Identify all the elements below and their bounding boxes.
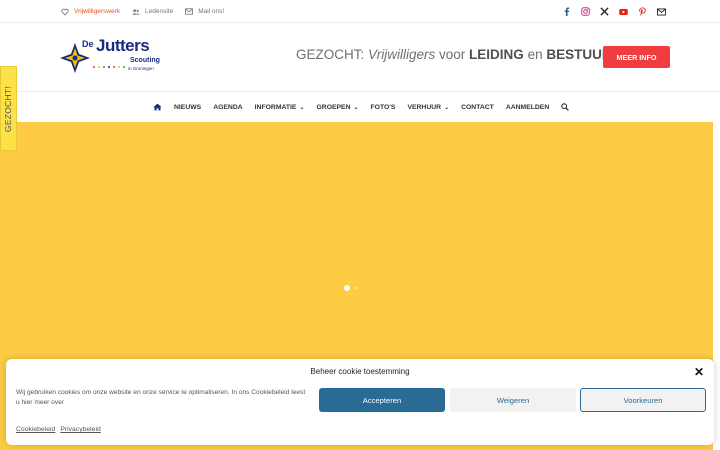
- headline-part: GEZOCHT:: [296, 47, 369, 62]
- chevron-down-icon: ⌄: [444, 104, 450, 111]
- x-icon[interactable]: [600, 7, 609, 16]
- envelope-icon: [185, 8, 194, 16]
- nav-item-label: NIEUWS: [174, 103, 202, 111]
- nav-item-verhuur[interactable]: VERHUUR ⌄: [407, 104, 449, 111]
- nav-item-groepen[interactable]: GROEPEN ⌄: [317, 104, 359, 111]
- close-icon[interactable]: ✕: [694, 365, 704, 379]
- nav-item-label: GROEPEN: [316, 103, 351, 111]
- top-links: Vrijwilligerswerk Ledensite Mail ons!: [61, 0, 224, 23]
- nav-search[interactable]: [561, 103, 570, 111]
- side-tab-label: GEZOCHT!: [3, 85, 14, 132]
- cookie-links: Cookiebeleid Privacybeleid: [16, 426, 101, 433]
- mail-icon[interactable]: [657, 7, 666, 16]
- nav-item-label: VERHUUR: [407, 103, 442, 111]
- logo-text-location: in Groningen: [128, 66, 154, 71]
- scrollbar-track[interactable]: [713, 122, 720, 450]
- chevron-down-icon: ⌄: [353, 104, 359, 111]
- deny-button[interactable]: Weigeren: [450, 388, 576, 412]
- slider-dot[interactable]: [355, 287, 357, 289]
- nav-item-informatie[interactable]: INFORMATIE ⌄: [255, 104, 305, 111]
- preferences-button[interactable]: Voorkeuren: [580, 388, 706, 412]
- main-nav: NIEUWS AGENDA INFORMATIE ⌄ GROEPEN ⌄ FOTO'…: [0, 91, 720, 122]
- social-links: [562, 0, 666, 23]
- headline-part: en: [523, 47, 547, 62]
- headline-part: voor: [435, 47, 470, 62]
- nav-item-label: INFORMATIE: [254, 103, 297, 111]
- top-link-label: Ledensite: [145, 8, 174, 15]
- cookie-banner: Beheer cookie toestemming ✕ Wij gebruike…: [6, 359, 714, 445]
- top-link-ledensite[interactable]: Ledensite: [132, 8, 173, 16]
- facebook-icon[interactable]: [562, 7, 571, 16]
- logo-text-de: De: [82, 39, 94, 49]
- meer-info-button[interactable]: MEER INFO: [603, 46, 670, 68]
- page: Vrijwilligerswerk Ledensite Mail ons! De…: [0, 0, 720, 450]
- gezocht-side-tab[interactable]: GEZOCHT!: [0, 66, 17, 151]
- nav-item-nieuws[interactable]: NIEUWS: [174, 104, 201, 111]
- youtube-icon[interactable]: [619, 7, 628, 16]
- top-bar: Vrijwilligerswerk Ledensite Mail ons!: [0, 0, 720, 23]
- home-icon: [153, 103, 162, 111]
- header: De Jutters Scouting in Groningen GEZOCHT…: [0, 23, 720, 91]
- cookie-message: Wij gebruiken cookies om onze website en…: [16, 389, 306, 406]
- nav-item-agenda[interactable]: AGENDA: [213, 104, 242, 111]
- logo-text-jutters: Jutters: [96, 36, 150, 55]
- nav-item-aanmelden[interactable]: AANMELDEN: [506, 104, 549, 111]
- nav-item-label: CONTACT: [461, 103, 494, 111]
- logo-dots-icon: [93, 66, 125, 68]
- nav-item-label: FOTO'S: [370, 103, 396, 111]
- nav-home[interactable]: [153, 103, 162, 111]
- nav-item-label: AGENDA: [213, 103, 243, 111]
- search-icon: [561, 103, 570, 111]
- slider-dot-active[interactable]: [344, 285, 350, 291]
- cookie-policy-link[interactable]: Cookiebeleid: [16, 426, 55, 433]
- pinterest-icon[interactable]: [638, 7, 647, 16]
- headline-part: Vrijwilligers: [368, 47, 436, 62]
- recruitment-headline: GEZOCHT: Vrijwilligers voor LEIDING en B…: [296, 47, 615, 62]
- top-link-vrijwilligerswerk[interactable]: Vrijwilligerswerk: [61, 8, 120, 16]
- privacy-policy-link[interactable]: Privacybeleid: [60, 426, 100, 433]
- top-link-label: Mail ons!: [198, 8, 225, 15]
- users-icon: [132, 8, 140, 16]
- heart-icon: [61, 8, 69, 16]
- cookie-title: Beheer cookie toestemming: [310, 367, 410, 376]
- top-link-label: Vrijwilligerswerk: [74, 8, 120, 15]
- headline-part: LEIDING: [469, 47, 524, 62]
- chevron-down-icon: ⌄: [299, 104, 305, 111]
- nav-item-contact[interactable]: CONTACT: [461, 104, 494, 111]
- nav-item-fotos[interactable]: FOTO'S: [371, 104, 396, 111]
- headline-part: BESTUUR: [546, 47, 612, 62]
- site-logo[interactable]: De Jutters Scouting in Groningen: [60, 36, 170, 81]
- logo-text-scouting: Scouting: [130, 57, 160, 64]
- top-link-mail[interactable]: Mail ons!: [185, 8, 224, 16]
- nav-item-label: AANMELDEN: [505, 103, 550, 111]
- accept-button[interactable]: Accepteren: [319, 388, 445, 412]
- instagram-icon[interactable]: [581, 7, 590, 16]
